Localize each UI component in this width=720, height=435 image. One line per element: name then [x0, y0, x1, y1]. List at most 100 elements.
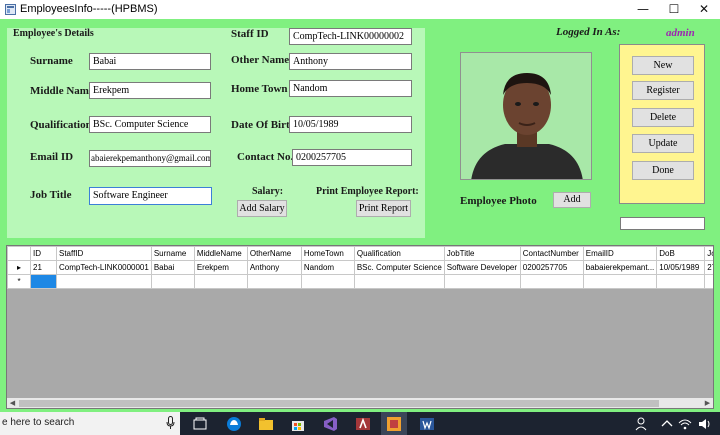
- taskbar-active-app[interactable]: [381, 412, 407, 435]
- column-header-othername[interactable]: OtherName: [246, 246, 302, 261]
- visual-studio-icon[interactable]: [321, 415, 339, 433]
- add-salary-button[interactable]: Add Salary: [237, 200, 287, 217]
- employee-photo-image: [461, 53, 591, 179]
- contact-label: Contact No.: [237, 151, 294, 163]
- column-header-joiningdate[interactable]: JoiningDate: [704, 246, 713, 261]
- grid-header-row: ID StaffID Surname MiddleName OtherName HomeT…: [7, 246, 713, 261]
- empty-cell[interactable]: [56, 274, 152, 289]
- contact-field[interactable]: 0200257705: [292, 149, 412, 166]
- employees-details-heading: Employee's Details: [13, 28, 94, 39]
- empty-cell[interactable]: [300, 274, 355, 289]
- other-name-field[interactable]: Anthony: [289, 53, 412, 70]
- job-title-label: Job Title: [30, 189, 72, 201]
- employees-table: ID StaffID Surname MiddleName OtherName HomeT…: [7, 246, 713, 289]
- job-title-field[interactable]: Software Engineer: [89, 187, 212, 205]
- grid-corner-cell[interactable]: [7, 246, 31, 261]
- task-view-icon[interactable]: [191, 415, 209, 433]
- scroll-right-arrow-icon[interactable]: ▶: [702, 398, 713, 408]
- register-button[interactable]: Register: [632, 81, 694, 100]
- update-button[interactable]: Update: [632, 134, 694, 153]
- horizontal-scrollbar[interactable]: ◀ ▶: [7, 398, 713, 408]
- scroll-thumb[interactable]: [19, 400, 659, 407]
- status-field[interactable]: [620, 217, 705, 230]
- delete-button[interactable]: Delete: [632, 108, 694, 127]
- done-button[interactable]: Done: [632, 161, 694, 180]
- middle-name-field[interactable]: Erekpem: [89, 82, 211, 99]
- taskbar-search-box[interactable]: e here to search: [0, 412, 180, 435]
- title-bar: EmployeesInfo-----(HPBMS) — ☐ ✕: [0, 0, 720, 19]
- empty-cell[interactable]: [704, 274, 713, 289]
- empty-cell[interactable]: [193, 274, 248, 289]
- microphone-icon[interactable]: [166, 416, 175, 430]
- empty-cell[interactable]: [150, 274, 195, 289]
- employee-photo-label: Employee Photo: [460, 195, 537, 207]
- cell-id[interactable]: 21: [30, 260, 57, 275]
- cell-dob[interactable]: 10/05/1989: [656, 260, 706, 275]
- new-button[interactable]: New: [632, 56, 694, 75]
- dob-field[interactable]: 10/05/1989: [289, 116, 412, 133]
- store-icon[interactable]: [289, 415, 307, 433]
- column-header-emailid[interactable]: EmailID: [582, 246, 658, 261]
- column-header-qualification[interactable]: Qualification: [353, 246, 445, 261]
- add-photo-button[interactable]: Add: [553, 192, 591, 208]
- cell-hometown[interactable]: Nandom: [300, 260, 355, 275]
- word-icon[interactable]: [418, 415, 436, 433]
- volume-icon[interactable]: [696, 415, 714, 433]
- cell-emailid[interactable]: babaierekpemant...: [582, 260, 658, 275]
- middle-name-label: Middle Name: [30, 85, 94, 97]
- access-icon[interactable]: [354, 415, 372, 433]
- maximize-button[interactable]: ☐: [658, 0, 690, 19]
- table-row[interactable]: ▸ 21 CompTech-LINK0000001 Babai Erekpem Antho…: [7, 260, 713, 275]
- edge-browser-icon[interactable]: [225, 415, 243, 433]
- column-header-jobtitle[interactable]: JobTitle: [443, 246, 521, 261]
- column-header-staffid[interactable]: StaffID: [56, 246, 152, 261]
- column-header-middlename[interactable]: MiddleName: [193, 246, 248, 261]
- show-hidden-icons-chevron-icon[interactable]: [658, 415, 676, 433]
- scroll-left-arrow-icon[interactable]: ◀: [7, 398, 18, 408]
- taskbar-search-text: e here to search: [2, 417, 75, 428]
- cell-othername[interactable]: Anthony: [246, 260, 302, 275]
- file-explorer-icon[interactable]: [257, 415, 275, 433]
- empty-cell[interactable]: [443, 274, 521, 289]
- cell-middlename[interactable]: Erekpem: [193, 260, 248, 275]
- people-icon[interactable]: [634, 415, 652, 433]
- minimize-button[interactable]: —: [627, 0, 659, 19]
- qualification-field[interactable]: BSc. Computer Science: [89, 116, 211, 133]
- row-header-current-icon[interactable]: ▸: [7, 260, 31, 275]
- print-report-button[interactable]: Print Report: [356, 200, 411, 217]
- column-header-surname[interactable]: Surname: [150, 246, 195, 261]
- empty-cell[interactable]: [582, 274, 658, 289]
- home-town-field[interactable]: Nandom: [289, 80, 412, 97]
- cell-staffid[interactable]: CompTech-LINK0000001: [56, 260, 152, 275]
- cell-joiningdate[interactable]: 27/08/2019 05:5: [704, 260, 713, 275]
- column-header-dob[interactable]: DoB: [656, 246, 706, 261]
- cell-qualification[interactable]: BSc. Computer Science: [353, 260, 445, 275]
- selected-cell[interactable]: [30, 274, 57, 289]
- employees-data-grid[interactable]: ID StaffID Surname MiddleName OtherName HomeT…: [6, 245, 714, 409]
- empty-cell[interactable]: [246, 274, 302, 289]
- empty-cell[interactable]: [353, 274, 445, 289]
- qualification-label: Qualification: [30, 119, 92, 131]
- row-header-new-icon[interactable]: *: [7, 274, 31, 289]
- staff-id-field[interactable]: CompTech-LINK00000002: [289, 28, 412, 45]
- cell-surname[interactable]: Babai: [150, 260, 195, 275]
- column-header-hometown[interactable]: HomeTown: [300, 246, 355, 261]
- home-town-label: Home Town: [231, 83, 288, 95]
- empty-cell[interactable]: [656, 274, 706, 289]
- network-icon[interactable]: [676, 415, 694, 433]
- other-name-label: Other Name: [231, 54, 290, 66]
- cell-jobtitle[interactable]: Software Developer: [443, 260, 521, 275]
- column-header-contactnumber[interactable]: ContactNumber: [519, 246, 584, 261]
- surname-field[interactable]: Babai: [89, 53, 211, 70]
- surname-label: Surname: [30, 55, 73, 67]
- employee-photo: [460, 52, 592, 180]
- email-field[interactable]: abaierekpemanthony@gmail.com: [89, 150, 211, 167]
- new-row[interactable]: *: [7, 274, 713, 289]
- cell-contactnumber[interactable]: 0200257705: [519, 260, 584, 275]
- close-button[interactable]: ✕: [688, 0, 720, 19]
- empty-cell[interactable]: [519, 274, 584, 289]
- app-icon: [5, 4, 16, 15]
- dob-label: Date Of Birth: [231, 119, 296, 131]
- logged-in-label: Logged In As:: [556, 26, 621, 38]
- column-header-id[interactable]: ID: [30, 246, 57, 261]
